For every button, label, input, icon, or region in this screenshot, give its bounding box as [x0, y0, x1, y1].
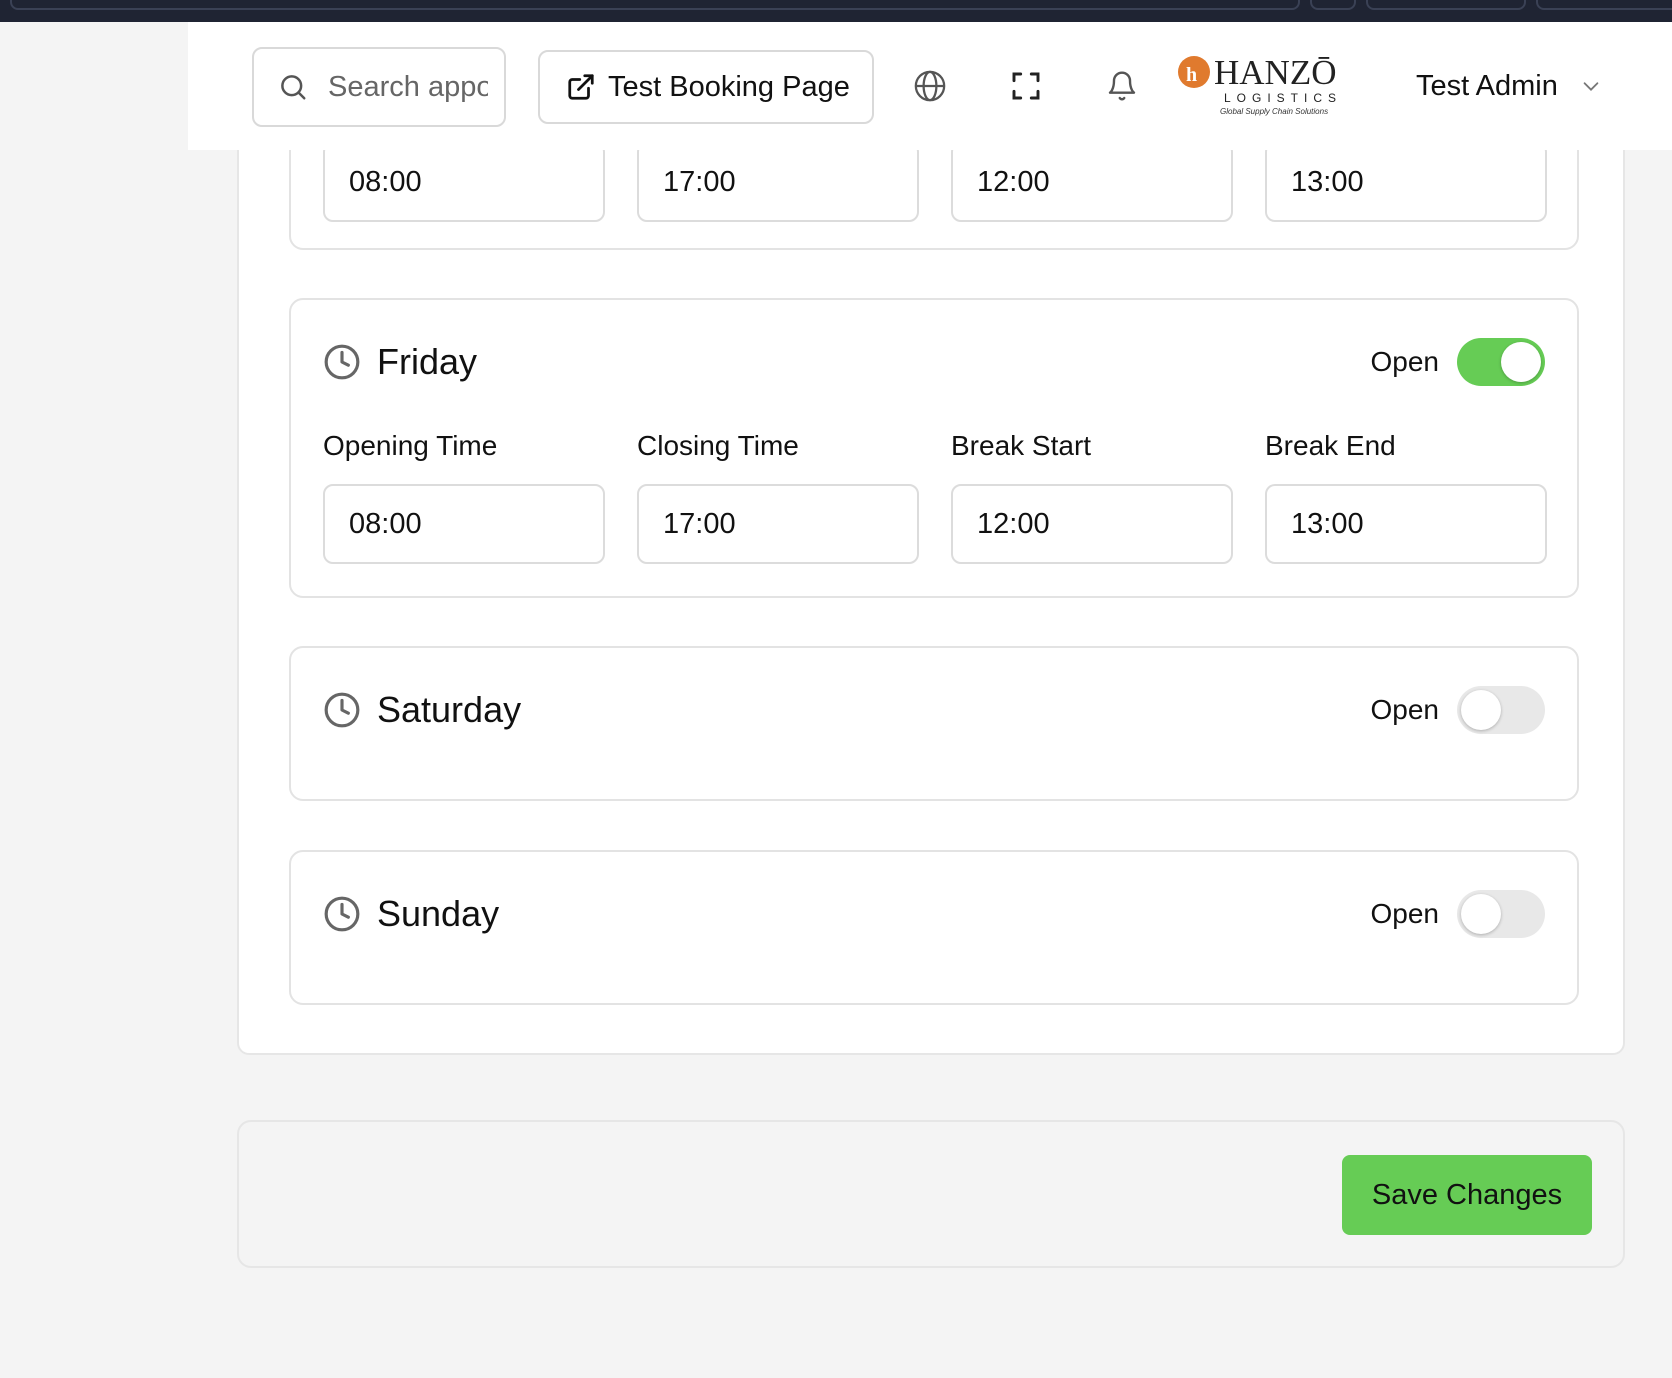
search-icon — [281, 75, 306, 100]
break-end-label: Break End — [1265, 430, 1396, 461]
break-start-label: Break Start — [951, 430, 1092, 461]
logo-tagline: Global Supply Chain Solutions — [1220, 107, 1328, 116]
opening-time-input[interactable] — [323, 484, 605, 564]
break-end-input[interactable] — [1265, 484, 1547, 564]
opening-time-label: Opening Time — [323, 430, 498, 461]
day-name: Friday — [377, 341, 478, 382]
notifications-button[interactable] — [1102, 66, 1142, 106]
top-navbar: Test Booking Page h HANZŌ LOGISTICS Glob… — [188, 22, 1672, 150]
language-button[interactable] — [910, 66, 950, 106]
day-card-saturday: Saturday Open — [289, 646, 1579, 801]
user-name: Test Admin — [1416, 69, 1558, 102]
day-card-friday: Friday Open Opening Time Closing Time Br… — [289, 298, 1579, 598]
globe-icon — [914, 70, 946, 102]
svg-text:h: h — [1186, 64, 1197, 86]
test-booking-page-label: Test Booking Page — [608, 70, 850, 103]
day-name: Saturday — [377, 689, 522, 730]
open-label: Open — [1370, 694, 1440, 725]
test-booking-page-button[interactable]: Test Booking Page — [538, 50, 874, 124]
logo-sub: LOGISTICS — [1224, 91, 1342, 105]
clock-icon — [324, 344, 360, 380]
closing-time-input[interactable] — [637, 142, 919, 222]
opening-time-input[interactable] — [323, 142, 605, 222]
search-box[interactable] — [252, 47, 506, 127]
browser-tab[interactable] — [10, 0, 1300, 10]
open-label: Open — [1370, 898, 1440, 929]
logo-brand: HANZŌ — [1214, 53, 1336, 92]
open-toggle-sunday[interactable] — [1457, 890, 1545, 938]
browser-tab-strip — [0, 0, 1672, 22]
save-changes-button[interactable]: Save Changes — [1342, 1155, 1592, 1235]
form-footer: Save Changes — [237, 1120, 1625, 1268]
chevron-down-icon — [1583, 82, 1599, 91]
clock-icon — [324, 896, 360, 932]
business-hours-panel: Friday Open Opening Time Closing Time Br… — [237, 90, 1625, 1055]
break-start-input[interactable] — [951, 142, 1233, 222]
company-logo: h HANZŌ LOGISTICS Global Supply Chain So… — [1176, 52, 1356, 118]
closing-time-label: Closing Time — [637, 430, 799, 461]
browser-tab[interactable] — [1310, 0, 1356, 10]
user-menu[interactable]: Test Admin — [1416, 66, 1602, 106]
open-toggle-saturday[interactable] — [1457, 686, 1545, 734]
bell-icon — [1108, 71, 1136, 101]
clock-icon — [324, 692, 360, 728]
toggle-knob — [1461, 690, 1501, 730]
toggle-knob — [1461, 894, 1501, 934]
fullscreen-button[interactable] — [1006, 66, 1046, 106]
open-toggle-friday[interactable] — [1457, 338, 1545, 386]
fullscreen-icon — [1012, 72, 1040, 100]
day-card-sunday: Sunday Open — [289, 850, 1579, 1005]
day-name: Sunday — [377, 893, 500, 934]
open-label: Open — [1370, 346, 1440, 377]
break-start-input[interactable] — [951, 484, 1233, 564]
break-end-input[interactable] — [1265, 142, 1547, 222]
external-link-icon — [568, 74, 594, 100]
toggle-knob — [1501, 342, 1541, 382]
search-input[interactable] — [328, 70, 488, 104]
closing-time-input[interactable] — [637, 484, 919, 564]
browser-tab[interactable] — [1536, 0, 1672, 10]
browser-tab[interactable] — [1366, 0, 1526, 10]
